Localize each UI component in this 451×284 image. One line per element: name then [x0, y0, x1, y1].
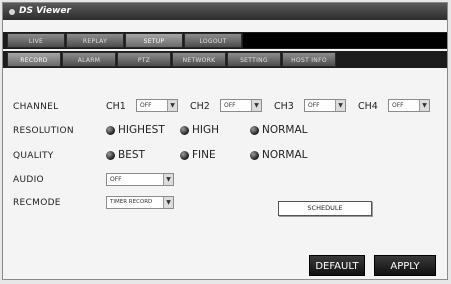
recmode-select[interactable]: TIMER RECORD ▼ — [106, 196, 174, 209]
audio-value: OFF — [110, 176, 122, 183]
sub-tab-bar: RECORD ALARM PTZ NETWORK SETTING HOST IN… — [3, 51, 447, 68]
resolution-option-normal[interactable]: NORMAL — [250, 124, 308, 136]
radio-label: NORMAL — [262, 149, 308, 161]
ch3-label: CH3 — [274, 101, 294, 112]
tab-network[interactable]: NETWORK — [172, 52, 226, 67]
recmode-value: TIMER RECORD — [110, 199, 153, 205]
tab-host-info[interactable]: HOST INFO — [282, 52, 336, 67]
viewer-window: DS Viewer LIVE REPLAY SETUP LOGOUT RECOR… — [2, 2, 448, 280]
tab-bar-filler — [243, 33, 447, 48]
resolution-option-highest[interactable]: HIGHEST — [106, 124, 165, 136]
radio-label: NORMAL — [262, 124, 308, 136]
app-icon — [9, 8, 15, 15]
ch3-value: OFF — [308, 102, 320, 109]
default-button[interactable]: DEFAULT — [309, 255, 365, 276]
resolution-label: RESOLUTION — [13, 126, 74, 136]
radio-icon — [250, 125, 259, 135]
chevron-down-icon: ▼ — [335, 100, 345, 111]
radio-label: FINE — [192, 149, 216, 161]
chevron-down-icon: ▼ — [163, 197, 173, 208]
quality-option-normal[interactable]: NORMAL — [250, 149, 308, 161]
tab-logout[interactable]: LOGOUT — [184, 33, 242, 48]
schedule-button[interactable]: SCHEDULE — [278, 201, 372, 216]
quality-option-best[interactable]: BEST — [106, 149, 145, 161]
radio-icon — [106, 150, 115, 160]
radio-label: HIGHEST — [118, 124, 165, 136]
chevron-down-icon: ▼ — [251, 100, 261, 111]
audio-label: AUDIO — [13, 175, 44, 185]
window-title: DS Viewer — [19, 6, 71, 16]
ch2-label: CH2 — [190, 101, 210, 112]
chevron-down-icon: ▼ — [419, 100, 429, 111]
radio-label: HIGH — [192, 124, 220, 136]
radio-icon — [180, 125, 189, 135]
tab-replay[interactable]: REPLAY — [66, 33, 124, 48]
ch1-value: OFF — [140, 102, 152, 109]
recmode-label: RECMODE — [13, 198, 61, 208]
title-bar: DS Viewer — [3, 3, 447, 20]
tab-setup[interactable]: SETUP — [125, 33, 183, 48]
ch4-label: CH4 — [358, 101, 378, 112]
ch1-label: CH1 — [106, 101, 126, 112]
radio-icon — [250, 150, 259, 160]
resolution-option-high[interactable]: HIGH — [180, 124, 219, 136]
radio-label: BEST — [118, 149, 145, 161]
chevron-down-icon: ▼ — [163, 174, 173, 185]
ch4-select[interactable]: OFF ▼ — [388, 99, 430, 112]
chevron-down-icon: ▼ — [167, 100, 177, 111]
audio-select[interactable]: OFF ▼ — [106, 173, 174, 186]
channel-label: CHANNEL — [13, 102, 59, 112]
quality-label: QUALITY — [13, 151, 54, 161]
ch1-select[interactable]: OFF ▼ — [136, 99, 178, 112]
radio-icon — [180, 150, 189, 160]
apply-button[interactable]: APPLY — [374, 255, 436, 276]
ch4-value: OFF — [392, 102, 404, 109]
ch2-select[interactable]: OFF ▼ — [220, 99, 262, 112]
main-tab-bar: LIVE REPLAY SETUP LOGOUT — [3, 32, 447, 49]
tab-alarm[interactable]: ALARM — [62, 52, 116, 67]
tab-setting[interactable]: SETTING — [227, 52, 281, 67]
tab-live[interactable]: LIVE — [7, 33, 65, 48]
radio-icon — [106, 125, 115, 135]
tab-record[interactable]: RECORD — [7, 52, 61, 67]
tab-ptz[interactable]: PTZ — [117, 52, 171, 67]
quality-option-fine[interactable]: FINE — [180, 149, 216, 161]
ch2-value: OFF — [224, 102, 236, 109]
ch3-select[interactable]: OFF ▼ — [304, 99, 346, 112]
